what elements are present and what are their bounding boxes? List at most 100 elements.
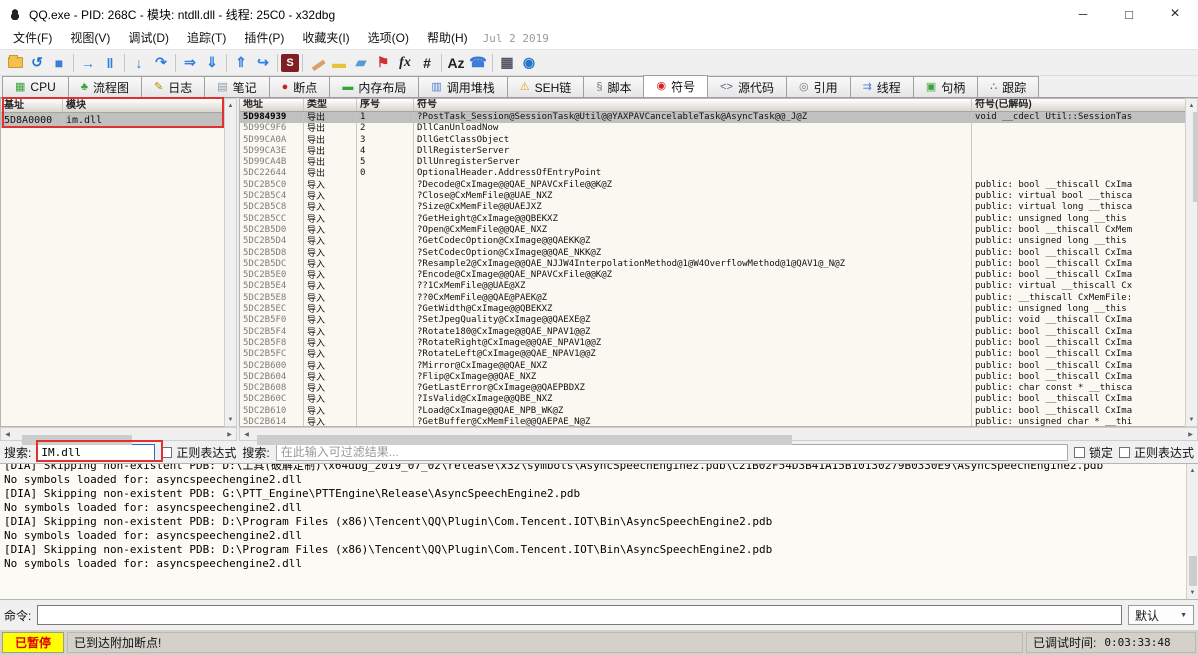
symbol-row[interactable]: 5DC2B5C4导入?Close@CxMemFile@@UAE_NXZpubli… — [240, 191, 1185, 202]
tab-source[interactable]: <>源代码 — [707, 76, 787, 97]
menu-item-h[interactable]: 帮助(H) — [418, 31, 477, 45]
bookmark-icon[interactable]: ⚑ — [372, 52, 394, 74]
step-out-icon[interactable]: ⇓ — [201, 52, 223, 74]
symbol-row[interactable]: 5DC2B5F0导入?SetJpegQuality@CxImage@@QAEXE… — [240, 315, 1185, 326]
run-icon[interactable]: → — [77, 52, 99, 74]
step-over-icon[interactable]: ↷ — [150, 52, 172, 74]
symbol-row[interactable]: 5DC2B5C8导入?Size@CxMemFile@@UAEJXZpublic:… — [240, 202, 1185, 213]
menu-item-o[interactable]: 选项(O) — [359, 31, 418, 45]
tab-breakpoints[interactable]: ●断点 — [269, 76, 331, 97]
symbol-row[interactable]: 5DC2B608导入?GetLastError@CxImage@@QAEPBDX… — [240, 383, 1185, 394]
symbols-col-type[interactable]: 类型 — [304, 99, 357, 111]
menu-item-v[interactable]: 视图(V) — [61, 31, 119, 45]
modules-vertical-scrollbar[interactable] — [224, 98, 237, 427]
symbols-horizontal-scrollbar[interactable] — [239, 427, 1198, 441]
tab-seh[interactable]: ⚠SEH链 — [507, 76, 585, 97]
run-to-return-icon[interactable]: ⇒ — [179, 52, 201, 74]
close-button[interactable] — [1152, 0, 1198, 28]
regex2-checkbox[interactable] — [1119, 447, 1130, 458]
patches-icon[interactable]: S — [281, 54, 299, 72]
symbol-row[interactable]: 5DC2B600导入?Mirror@CxImage@@QAE_NXZpublic… — [240, 361, 1185, 372]
lock-checkbox[interactable] — [1074, 447, 1085, 458]
modules-col-base[interactable]: 基址 — [1, 99, 63, 112]
tab-notes[interactable]: ▤笔记 — [204, 76, 269, 97]
module-search-input[interactable] — [37, 444, 155, 461]
symbol-row[interactable]: 5D99C9F6导出2DllCanUnloadNow — [240, 123, 1185, 134]
symbol-row[interactable]: 5DC2B604导入?Flip@CxImage@@QAE_NXZpublic: … — [240, 372, 1185, 383]
module-row[interactable]: 5D8A0000im.dll — [1, 113, 224, 128]
scroll-up-icon[interactable] — [1185, 99, 1198, 112]
case-icon[interactable]: Az — [445, 52, 467, 74]
symbol-row[interactable]: 5DC2B5DC导入?Resample2@CxImage@@QAE_NJJW4I… — [240, 259, 1185, 270]
hash-icon[interactable]: # — [416, 52, 438, 74]
symbol-row[interactable]: 5DC2B5FC导入?RotateLeft@CxImage@@QAE_NPAV1… — [240, 349, 1185, 360]
symbols-col-symbol[interactable]: 符号 — [414, 99, 972, 111]
minimize-button[interactable] — [1060, 0, 1106, 28]
menu-item-f[interactable]: 文件(F) — [4, 31, 61, 45]
symbol-row[interactable]: 5DC2B610导入?Load@CxImage@@QAE_NPB_WK@Zpub… — [240, 406, 1185, 417]
scroll-up-icon[interactable] — [1186, 464, 1198, 477]
symbols-col-decoded[interactable]: 符号(已解码) — [972, 99, 1185, 111]
symbol-row[interactable]: 5DC2B614导入?GetBuffer@CxMemFile@@QAEPAE_N… — [240, 417, 1185, 426]
tab-threads[interactable]: ⇉线程 — [850, 76, 914, 97]
scroll-left-icon[interactable] — [1, 428, 14, 441]
modules-col-module[interactable]: 模块 — [63, 99, 224, 112]
symbol-row[interactable]: 5D984939导出1?PostTask_Session@SessionTask… — [240, 112, 1185, 123]
globe-icon[interactable]: ◉ — [518, 52, 540, 74]
scroll-down-icon[interactable] — [224, 413, 237, 426]
menu-item-p[interactable]: 插件(P) — [235, 31, 293, 45]
modified-calls-icon[interactable]: ☎ — [467, 52, 489, 74]
symbol-row[interactable]: 5DC2B5E0导入?Encode@CxImage@@QAE_NPAVCxFil… — [240, 270, 1185, 281]
symbol-row[interactable]: 5DC2B5CC导入?GetHeight@CxImage@@QBEKXZpubl… — [240, 214, 1185, 225]
tab-memory-map[interactable]: ▬内存布局 — [329, 76, 419, 97]
profile-dropdown[interactable]: 默认 — [1128, 605, 1194, 625]
maximize-button[interactable] — [1106, 0, 1152, 28]
symbol-row[interactable]: 5DC2B5D8导入?SetCodecOption@CxImage@@QAE_N… — [240, 248, 1185, 259]
run-to-user-code-icon[interactable]: ⇑ — [230, 52, 252, 74]
step-into-icon[interactable]: ↓ — [128, 52, 150, 74]
tab-script[interactable]: §脚本 — [583, 76, 644, 97]
modules-horizontal-scrollbar[interactable] — [0, 427, 237, 441]
tab-handles[interactable]: ▣句柄 — [913, 76, 978, 97]
scroll-right-icon[interactable] — [223, 428, 236, 441]
tab-cpu[interactable]: ▦CPU — [2, 76, 69, 97]
tab-log[interactable]: ✎日志 — [141, 76, 205, 97]
symbols-col-address[interactable]: 地址 — [240, 99, 304, 111]
lock-checkbox-group[interactable]: 锁定 — [1074, 444, 1113, 461]
function-icon[interactable]: fx — [394, 52, 416, 74]
symbol-row[interactable]: 5D99CA3E导出4DllRegisterServer — [240, 146, 1185, 157]
log-vertical-scrollbar[interactable] — [1186, 464, 1198, 599]
tab-graph[interactable]: ♣流程图 — [68, 76, 142, 97]
tab-references[interactable]: ◎引用 — [786, 76, 851, 97]
menu-item-t[interactable]: 追踪(T) — [178, 31, 235, 45]
symbol-row[interactable]: 5D99CA0A导出3DllGetClassObject — [240, 135, 1185, 146]
calculator-icon[interactable]: ▦ — [496, 52, 518, 74]
symbols-col-ordinal[interactable]: 序号 — [357, 99, 414, 111]
attach-icon[interactable]: ↪ — [252, 52, 274, 74]
stop-icon[interactable]: ■ — [48, 52, 70, 74]
symbol-row[interactable]: 5D99CA4B导出5DllUnregisterServer — [240, 157, 1185, 168]
menu-item-i[interactable]: 收藏夹(I) — [293, 31, 358, 45]
symbols-vertical-scrollbar[interactable] — [1185, 98, 1198, 427]
symbol-row[interactable]: 5DC2B5C0导入?Decode@CxImage@@QAE_NPAVCxFil… — [240, 180, 1185, 191]
symbol-row[interactable]: 5DC2B5EC导入?GetWidth@CxImage@@QBEKXZpubli… — [240, 304, 1185, 315]
symbol-row[interactable]: 5DC2B5E8导入??0CxMemFile@@QAE@PAEK@Zpublic… — [240, 293, 1185, 304]
regex-checkbox-group[interactable]: 正则表达式 — [161, 444, 236, 461]
command-input[interactable] — [37, 605, 1122, 625]
tab-call-stack[interactable]: ▥调用堆栈 — [418, 76, 507, 97]
pause-icon[interactable]: ‖ — [99, 52, 121, 74]
restart-icon[interactable]: ↺ — [26, 52, 48, 74]
modules-table[interactable]: 基址 模块 5D8A0000im.dll — [0, 98, 224, 427]
filter-input[interactable] — [276, 444, 1068, 461]
regex2-checkbox-group[interactable]: 正则表达式 — [1119, 444, 1194, 461]
symbol-row[interactable]: 5DC2B5E4导入??1CxMemFile@@UAE@XZpublic: vi… — [240, 281, 1185, 292]
scroll-down-icon[interactable] — [1186, 586, 1198, 599]
symbol-row[interactable]: 5DC2B5F4导入?Rotate180@CxImage@@QAE_NPAV1@… — [240, 327, 1185, 338]
menu-item-d[interactable]: 调试(D) — [119, 31, 178, 45]
symbol-row[interactable]: 5DC2B60C导入?IsValid@CxImage@@QBE_NXZpubli… — [240, 394, 1185, 405]
tab-symbols[interactable]: ◉符号 — [643, 75, 708, 97]
regex-checkbox[interactable] — [161, 447, 172, 458]
scroll-left-icon[interactable] — [240, 428, 253, 441]
symbol-row[interactable]: 5DC2B5D0导入?Open@CxMemFile@@QAE_NXZpublic… — [240, 225, 1185, 236]
tab-trace[interactable]: ∴跟踪 — [977, 76, 1039, 97]
